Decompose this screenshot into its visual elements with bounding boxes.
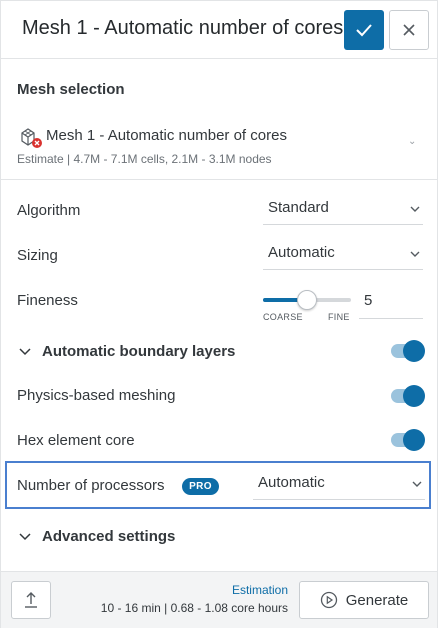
algorithm-select[interactable]: Standard	[263, 193, 423, 225]
play-icon	[320, 591, 337, 609]
physics-meshing-label: Physics-based meshing	[17, 387, 176, 404]
mesh-dropdown-chevron-icon[interactable]: ⌄	[408, 136, 416, 147]
export-button[interactable]	[11, 581, 51, 619]
estimation-link[interactable]: Estimation	[232, 583, 288, 597]
sizing-select[interactable]: Automatic	[263, 238, 423, 270]
toggle-knob	[403, 429, 425, 451]
mesh-selection-label: Mesh selection	[17, 81, 125, 98]
generate-button[interactable]: Generate	[299, 581, 429, 619]
physics-meshing-toggle[interactable]	[391, 385, 425, 407]
mesh-estimate: Estimate | 4.7M - 7.1M cells, 2.1M - 3.1…	[17, 152, 272, 166]
chevron-down-icon	[412, 481, 422, 487]
advanced-settings-label[interactable]: Advanced settings	[42, 528, 175, 545]
upload-icon	[25, 592, 37, 608]
chevron-down-icon	[410, 251, 420, 257]
generate-label: Generate	[345, 591, 409, 609]
panel-header: Mesh 1 - Automatic number of cores	[1, 1, 437, 59]
processors-label: Number of processors	[17, 477, 165, 494]
hex-core-toggle[interactable]	[391, 429, 425, 451]
toggle-knob	[403, 385, 425, 407]
algorithm-label: Algorithm	[17, 202, 81, 219]
panel-title: Mesh 1 - Automatic number of cores	[22, 17, 344, 39]
slider-min-label: COARSE	[263, 312, 303, 322]
chevron-down-icon	[410, 206, 420, 212]
slider-max-label: FINE	[328, 312, 350, 322]
chevron-down-icon[interactable]	[18, 345, 32, 359]
fineness-label: Fineness	[17, 292, 78, 309]
fineness-input[interactable]: 5	[359, 287, 423, 319]
estimation-value: 10 - 16 min | 0.68 - 1.08 core hours	[100, 601, 288, 615]
fineness-value: 5	[364, 292, 373, 309]
boundary-layers-label[interactable]: Automatic boundary layers	[42, 343, 235, 360]
processors-select[interactable]: Automatic	[253, 468, 425, 500]
mesh-error-icon	[21, 128, 42, 148]
section-divider	[1, 179, 437, 180]
sizing-value: Automatic	[268, 244, 335, 261]
hex-core-label: Hex element core	[17, 432, 135, 449]
processors-value: Automatic	[258, 474, 325, 491]
close-button[interactable]	[389, 10, 429, 50]
algorithm-value: Standard	[268, 199, 329, 216]
confirm-button[interactable]	[344, 10, 384, 50]
toggle-knob	[403, 340, 425, 362]
slider-thumb[interactable]	[297, 290, 317, 310]
check-icon	[356, 24, 372, 37]
close-icon	[403, 24, 415, 36]
chevron-down-icon[interactable]	[18, 530, 32, 544]
boundary-layers-toggle[interactable]	[391, 340, 425, 362]
mesh-name[interactable]: Mesh 1 - Automatic number of cores	[46, 127, 287, 144]
pro-badge: PRO	[182, 478, 219, 495]
sizing-label: Sizing	[17, 247, 58, 264]
mesh-settings-panel: Mesh 1 - Automatic number of cores Mesh …	[0, 0, 438, 628]
